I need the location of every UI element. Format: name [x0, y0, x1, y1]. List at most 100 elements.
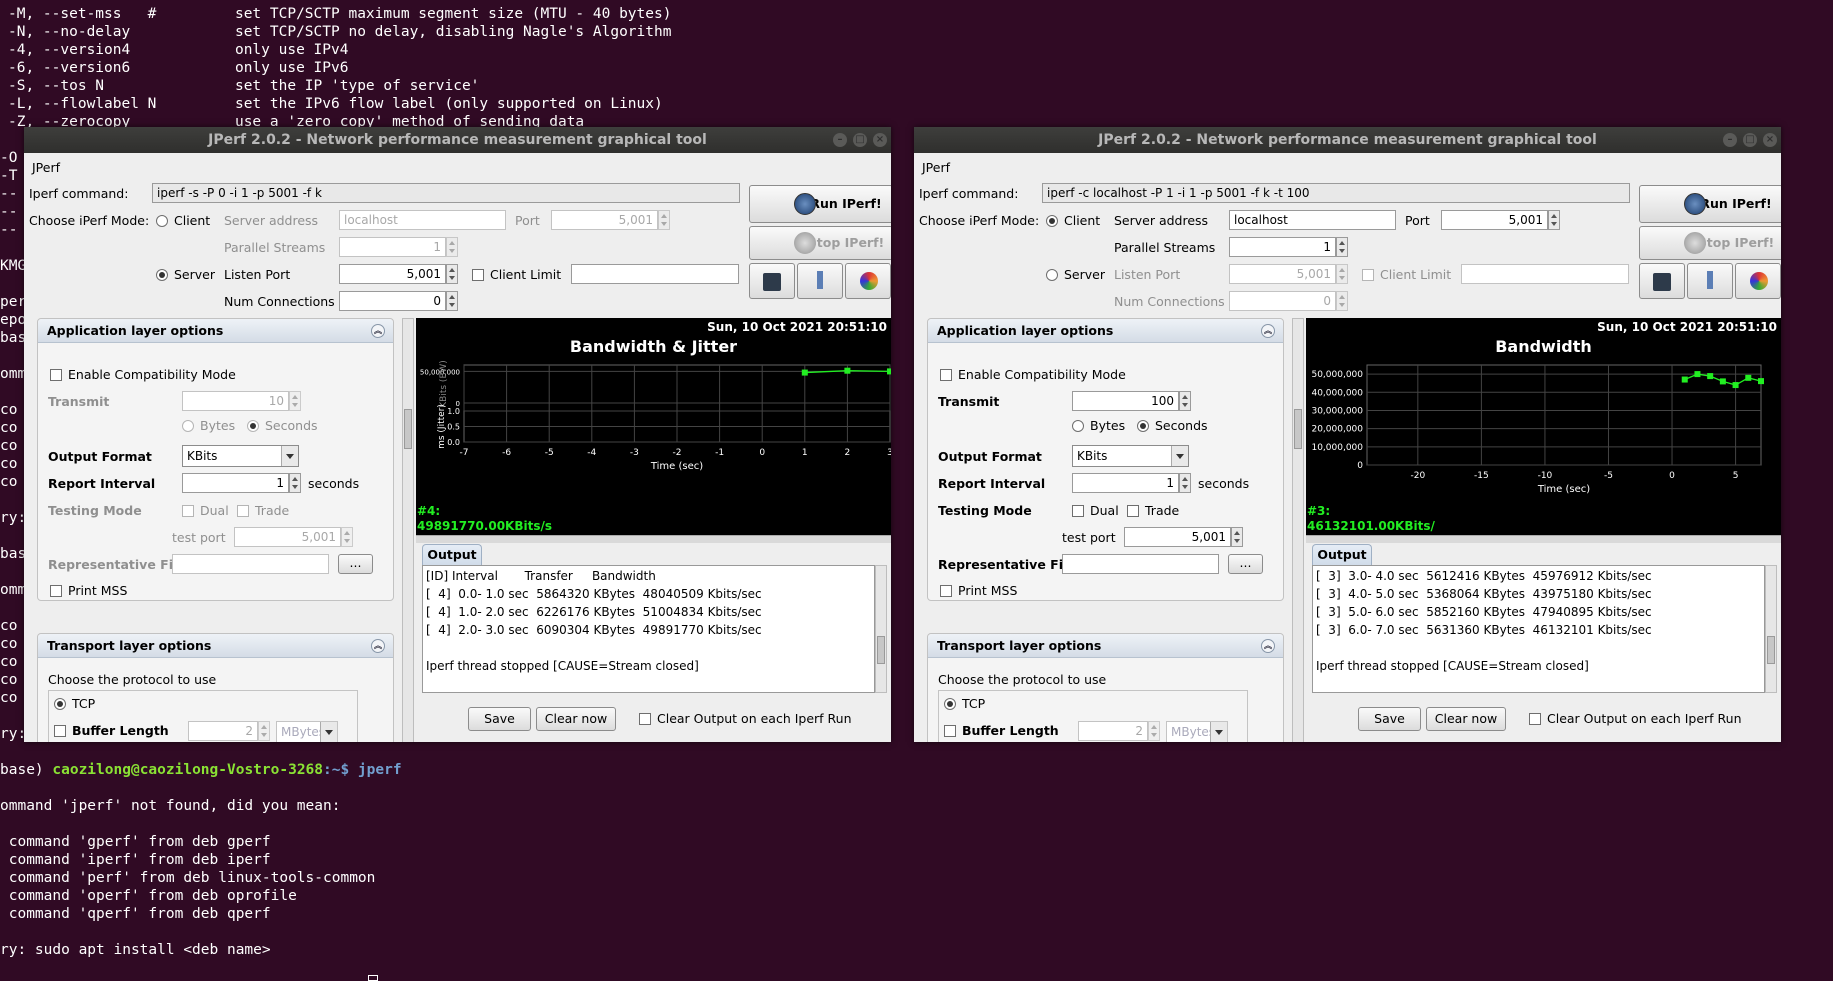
- menu-jperf[interactable]: JPerf: [32, 160, 60, 175]
- transmit-spinner[interactable]: [289, 391, 301, 411]
- stop-iperf-button[interactable]: Stop IPerf!: [1639, 226, 1781, 260]
- title-bar[interactable]: JPerf 2.0.2 - Network performance measur…: [914, 127, 1781, 153]
- dual-checkbox[interactable]: [1072, 505, 1084, 517]
- port-field[interactable]: 5,001: [551, 210, 658, 230]
- server-radio[interactable]: [1046, 269, 1058, 281]
- run-iperf-button[interactable]: Run IPerf!: [1639, 185, 1781, 223]
- scroll-thumb[interactable]: [1294, 409, 1302, 449]
- menu-jperf[interactable]: JPerf: [922, 160, 950, 175]
- parallel-streams-field[interactable]: 1: [339, 237, 446, 257]
- client-limit-checkbox[interactable]: [472, 269, 484, 281]
- tcp-radio[interactable]: [944, 698, 956, 710]
- transmit-field[interactable]: 10: [182, 391, 289, 411]
- stop-iperf-button[interactable]: Stop IPerf!: [749, 226, 891, 260]
- server-address-field[interactable]: localhost: [1229, 210, 1396, 230]
- transmit-field[interactable]: 100: [1072, 391, 1179, 411]
- test-port-field[interactable]: 5,001: [234, 527, 341, 547]
- output-format-select[interactable]: KBits: [182, 445, 299, 467]
- port-spinner[interactable]: [1548, 210, 1560, 230]
- browse-button[interactable]: ...: [338, 554, 373, 574]
- representative-file-field[interactable]: [1062, 554, 1219, 574]
- close-button[interactable]: ×: [1763, 133, 1777, 147]
- buffer-length-spinner[interactable]: [258, 721, 270, 741]
- listen-port-field[interactable]: 5,001: [339, 264, 446, 284]
- minimize-button[interactable]: –: [833, 133, 847, 147]
- clear-each-run-checkbox[interactable]: [1529, 713, 1541, 725]
- representative-file-field[interactable]: [172, 554, 329, 574]
- tab-output[interactable]: Output: [422, 544, 482, 566]
- iperf-command-field[interactable]: iperf -s -P 0 -i 1 -p 5001 -f k: [152, 183, 740, 203]
- splitter[interactable]: [1306, 535, 1781, 543]
- print-mss-checkbox[interactable]: [940, 585, 952, 597]
- buffer-length-checkbox[interactable]: [54, 725, 66, 737]
- client-limit-field[interactable]: [1461, 264, 1629, 284]
- seconds-radio[interactable]: [247, 420, 259, 432]
- output-textarea[interactable]: [ID] Interval Transfer Bandwidth [ 4] 0.0…: [422, 565, 875, 693]
- trade-checkbox[interactable]: [237, 505, 249, 517]
- save-config-button[interactable]: [1639, 263, 1685, 299]
- clear-each-run-checkbox[interactable]: [639, 713, 651, 725]
- buffer-units-select[interactable]: MBytes: [1166, 721, 1228, 742]
- report-interval-spinner[interactable]: [1179, 473, 1191, 493]
- num-connections-field[interactable]: 0: [339, 291, 446, 311]
- restore-defaults-button[interactable]: [1735, 263, 1781, 299]
- save-button[interactable]: Save: [468, 707, 531, 731]
- print-mss-checkbox[interactable]: [50, 585, 62, 597]
- compat-mode-checkbox[interactable]: [50, 369, 62, 381]
- output-format-select[interactable]: KBits: [1072, 445, 1189, 467]
- options-scrollbar[interactable]: [1292, 318, 1304, 742]
- buffer-units-select[interactable]: MBytes: [276, 721, 338, 742]
- bytes-radio[interactable]: [1072, 420, 1084, 432]
- iperf-command-field[interactable]: iperf -c localhost -P 1 -i 1 -p 5001 -f …: [1042, 183, 1630, 203]
- minimize-button[interactable]: –: [1723, 133, 1737, 147]
- run-iperf-button[interactable]: Run IPerf!: [749, 185, 891, 223]
- num-connections-spinner[interactable]: [1336, 291, 1348, 311]
- clear-now-button[interactable]: Clear now: [536, 707, 616, 731]
- splitter[interactable]: [416, 535, 891, 543]
- buffer-length-spinner[interactable]: [1148, 721, 1160, 741]
- port-field[interactable]: 5,001: [1441, 210, 1548, 230]
- buffer-length-field[interactable]: 2: [1078, 721, 1148, 741]
- collapse-icon[interactable]: ︽: [371, 639, 385, 653]
- test-port-field[interactable]: 5,001: [1124, 527, 1231, 547]
- report-interval-spinner[interactable]: [289, 473, 301, 493]
- transmit-spinner[interactable]: [1179, 391, 1191, 411]
- server-address-field[interactable]: localhost: [339, 210, 506, 230]
- output-textarea[interactable]: [ 3] 3.0- 4.0 sec 5612416 KBytes 4597691…: [1312, 565, 1765, 693]
- clear-now-button[interactable]: Clear now: [1426, 707, 1506, 731]
- application-layer-header[interactable]: Application layer options ︽: [928, 319, 1283, 343]
- num-connections-spinner[interactable]: [446, 291, 458, 311]
- test-port-spinner[interactable]: [1231, 527, 1243, 547]
- maximize-button[interactable]: □: [1743, 133, 1757, 147]
- save-button[interactable]: Save: [1358, 707, 1421, 731]
- transport-layer-header[interactable]: Transport layer options ︽: [928, 634, 1283, 658]
- listen-port-spinner[interactable]: [1336, 264, 1348, 284]
- port-spinner[interactable]: [658, 210, 670, 230]
- bytes-radio[interactable]: [182, 420, 194, 432]
- server-radio[interactable]: [156, 269, 168, 281]
- client-radio[interactable]: [1046, 215, 1058, 227]
- close-button[interactable]: ×: [873, 133, 887, 147]
- scroll-thumb[interactable]: [877, 636, 885, 664]
- seconds-radio[interactable]: [1137, 420, 1149, 432]
- parallel-streams-spinner[interactable]: [446, 237, 458, 257]
- tcp-radio[interactable]: [54, 698, 66, 710]
- output-scrollbar[interactable]: [875, 565, 887, 693]
- load-config-button[interactable]: [797, 263, 843, 299]
- compat-mode-checkbox[interactable]: [940, 369, 952, 381]
- transport-layer-header[interactable]: Transport layer options ︽: [38, 634, 393, 658]
- parallel-streams-field[interactable]: 1: [1229, 237, 1336, 257]
- listen-port-spinner[interactable]: [446, 264, 458, 284]
- options-scrollbar[interactable]: [402, 318, 414, 742]
- title-bar[interactable]: JPerf 2.0.2 - Network performance measur…: [24, 127, 891, 153]
- collapse-icon[interactable]: ︽: [371, 324, 385, 338]
- num-connections-field[interactable]: 0: [1229, 291, 1336, 311]
- trade-checkbox[interactable]: [1127, 505, 1139, 517]
- client-limit-field[interactable]: [571, 264, 739, 284]
- save-config-button[interactable]: [749, 263, 795, 299]
- browse-button[interactable]: ...: [1228, 554, 1263, 574]
- listen-port-field[interactable]: 5,001: [1229, 264, 1336, 284]
- dual-checkbox[interactable]: [182, 505, 194, 517]
- collapse-icon[interactable]: ︽: [1261, 639, 1275, 653]
- output-scrollbar[interactable]: [1765, 565, 1777, 693]
